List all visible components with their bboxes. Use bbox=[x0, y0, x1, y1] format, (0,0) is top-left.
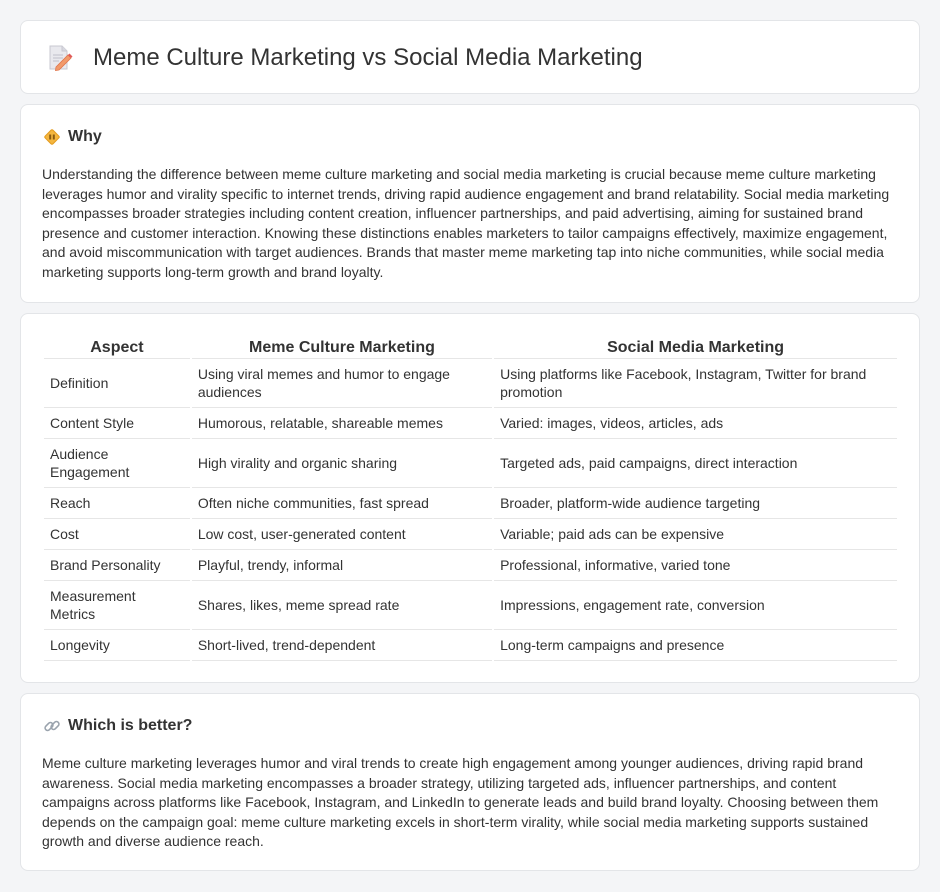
cell-meme: Shares, likes, meme spread rate bbox=[191, 581, 493, 630]
cell-meme: High virality and organic sharing bbox=[191, 439, 493, 488]
column-header-social: Social Media Marketing bbox=[494, 336, 897, 359]
cell-aspect: Definition bbox=[44, 359, 190, 408]
cell-meme: Low cost, user-generated content bbox=[191, 519, 493, 550]
cell-meme: Often niche communities, fast spread bbox=[191, 488, 493, 519]
page-title: Meme Culture Marketing vs Social Media M… bbox=[93, 44, 643, 71]
table-row: Content Style Humorous, relatable, share… bbox=[44, 408, 897, 439]
cell-aspect: Cost bbox=[44, 519, 190, 550]
cell-social: Varied: images, videos, articles, ads bbox=[494, 408, 897, 439]
table-row: Longevity Short-lived, trend-dependent L… bbox=[44, 630, 897, 661]
diamond-sign-icon bbox=[44, 129, 60, 145]
table-row: Definition Using viral memes and humor t… bbox=[44, 359, 897, 408]
cell-aspect: Brand Personality bbox=[44, 550, 190, 581]
cell-meme: Short-lived, trend-dependent bbox=[191, 630, 493, 661]
document-pencil-icon bbox=[49, 45, 73, 71]
cell-aspect: Reach bbox=[44, 488, 190, 519]
table-header-row: Aspect Meme Culture Marketing Social Med… bbox=[44, 336, 897, 359]
better-heading: Which is better? bbox=[43, 717, 192, 735]
table-row: Measurement Metrics Shares, likes, meme … bbox=[44, 581, 897, 630]
cell-social: Variable; paid ads can be expensive bbox=[494, 519, 897, 550]
title-row: Meme Culture Marketing vs Social Media M… bbox=[47, 44, 643, 72]
comparison-table: Aspect Meme Culture Marketing Social Med… bbox=[42, 336, 899, 661]
better-text: Meme culture marketing leverages humor a… bbox=[42, 755, 879, 849]
table-row: Reach Often niche communities, fast spre… bbox=[44, 488, 897, 519]
table-row: Brand Personality Playful, trendy, infor… bbox=[44, 550, 897, 581]
why-title: Why bbox=[68, 128, 102, 145]
table-row: Cost Low cost, user-generated content Va… bbox=[44, 519, 897, 550]
cell-aspect: Measurement Metrics bbox=[44, 581, 190, 630]
cell-social: Impressions, engagement rate, conversion bbox=[494, 581, 897, 630]
cell-meme: Using viral memes and humor to engage au… bbox=[191, 359, 493, 408]
which-is-better-card: Which is better? Meme culture marketing … bbox=[20, 693, 920, 871]
cell-aspect: Content Style bbox=[44, 408, 190, 439]
header-card: Meme Culture Marketing vs Social Media M… bbox=[20, 20, 920, 94]
column-header-aspect: Aspect bbox=[44, 336, 190, 359]
cell-social: Targeted ads, paid campaigns, direct int… bbox=[494, 439, 897, 488]
cell-aspect: Audience Engagement bbox=[44, 439, 190, 488]
why-text: Understanding the difference between mem… bbox=[42, 166, 890, 280]
comparison-card: Aspect Meme Culture Marketing Social Med… bbox=[20, 313, 920, 683]
cell-social: Professional, informative, varied tone bbox=[494, 550, 897, 581]
better-title: Which is better? bbox=[68, 717, 193, 734]
cell-social: Long-term campaigns and presence bbox=[494, 630, 897, 661]
why-heading: Why bbox=[43, 128, 102, 146]
table-row: Audience Engagement High virality and or… bbox=[44, 439, 897, 488]
cell-meme: Playful, trendy, informal bbox=[191, 550, 493, 581]
cell-social: Broader, platform-wide audience targetin… bbox=[494, 488, 897, 519]
link-icon bbox=[44, 720, 60, 732]
cell-meme: Humorous, relatable, shareable memes bbox=[191, 408, 493, 439]
cell-social: Using platforms like Facebook, Instagram… bbox=[494, 359, 897, 408]
column-header-meme: Meme Culture Marketing bbox=[191, 336, 493, 359]
cell-aspect: Longevity bbox=[44, 630, 190, 661]
why-card: Why Understanding the difference between… bbox=[20, 104, 920, 303]
